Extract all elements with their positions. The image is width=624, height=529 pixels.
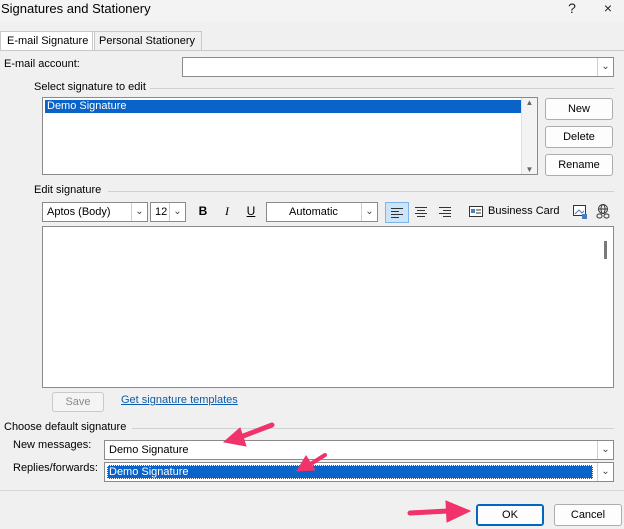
group-divider: [132, 428, 614, 429]
tab-personal-stationery-label: Personal Stationery: [99, 35, 195, 47]
underline-button[interactable]: U: [242, 202, 260, 220]
chevron-down-icon: ⌄: [597, 58, 613, 76]
list-scrollbar[interactable]: ▲ ▼: [521, 98, 537, 174]
scroll-down-icon[interactable]: ▼: [522, 165, 537, 174]
align-center-button[interactable]: [410, 202, 432, 221]
replies-forwards-value: Demo Signature: [109, 466, 189, 478]
new-messages-dropdown[interactable]: Demo Signature ⌄: [104, 440, 614, 460]
signature-list[interactable]: Demo Signature ▲ ▼: [42, 97, 538, 175]
close-button[interactable]: ×: [596, 0, 620, 18]
signature-templates-link[interactable]: Get signature templates: [121, 394, 238, 406]
email-account-label: E-mail account:: [4, 58, 80, 70]
select-signature-group-label: Select signature to edit: [34, 81, 146, 93]
email-account-dropdown[interactable]: ⌄: [182, 57, 614, 77]
align-left-button[interactable]: [385, 202, 409, 223]
chevron-down-icon: ⌄: [169, 203, 185, 221]
font-size-dropdown[interactable]: 12 ⌄: [150, 202, 186, 222]
window-title: Signatures and Stationery: [1, 1, 151, 16]
bold-button[interactable]: B: [194, 202, 212, 220]
editor-scrollbar[interactable]: [604, 241, 607, 259]
business-card-icon: [469, 206, 483, 217]
tab-personal-stationery[interactable]: Personal Stationery: [92, 31, 202, 50]
business-card-label: Business Card: [488, 205, 560, 217]
list-item[interactable]: Demo Signature: [45, 100, 521, 113]
tab-email-signature-label: E-mail Signature: [7, 35, 89, 47]
help-button[interactable]: ?: [560, 0, 584, 18]
hyperlink-icon: [596, 204, 610, 219]
insert-picture-button[interactable]: [570, 202, 590, 221]
chevron-down-icon: ⌄: [131, 203, 147, 221]
align-left-icon: [391, 208, 403, 218]
italic-button[interactable]: I: [218, 202, 236, 220]
insert-hyperlink-button[interactable]: [593, 202, 613, 221]
signature-list-item-label: Demo Signature: [47, 100, 127, 112]
align-right-icon: [439, 207, 451, 217]
chevron-down-icon: ⌄: [597, 463, 613, 481]
chevron-down-icon: ⌄: [361, 203, 377, 221]
group-divider: [150, 88, 614, 89]
new-button[interactable]: New: [545, 98, 613, 120]
font-color-dropdown[interactable]: Automatic ⌄: [266, 202, 378, 222]
delete-button[interactable]: Delete: [545, 126, 613, 148]
font-size-value: 12: [155, 206, 168, 218]
group-divider: [108, 191, 614, 192]
new-messages-value: Demo Signature: [109, 444, 189, 456]
edit-signature-group-label: Edit signature: [34, 184, 102, 196]
align-right-button[interactable]: [434, 202, 456, 221]
business-card-button[interactable]: Business Card: [465, 202, 561, 221]
font-color-value: Automatic: [289, 206, 338, 218]
font-value: Aptos (Body): [47, 206, 111, 218]
font-dropdown[interactable]: Aptos (Body) ⌄: [42, 202, 148, 222]
save-button[interactable]: Save: [52, 392, 104, 412]
ok-button[interactable]: OK: [476, 504, 544, 526]
replies-forwards-label: Replies/forwards:: [13, 462, 98, 474]
tab-email-signature[interactable]: E-mail Signature: [0, 31, 96, 51]
cancel-button[interactable]: Cancel: [554, 504, 622, 526]
picture-icon: [573, 205, 587, 219]
chevron-down-icon: ⌄: [597, 441, 613, 459]
replies-forwards-dropdown[interactable]: Demo Signature ⌄: [104, 462, 614, 482]
align-center-icon: [415, 207, 427, 217]
default-signature-group-label: Choose default signature: [4, 421, 127, 433]
rename-button[interactable]: Rename: [545, 154, 613, 176]
scroll-up-icon[interactable]: ▲: [522, 98, 537, 107]
new-messages-label: New messages:: [13, 439, 92, 451]
signature-editor[interactable]: [42, 226, 614, 388]
